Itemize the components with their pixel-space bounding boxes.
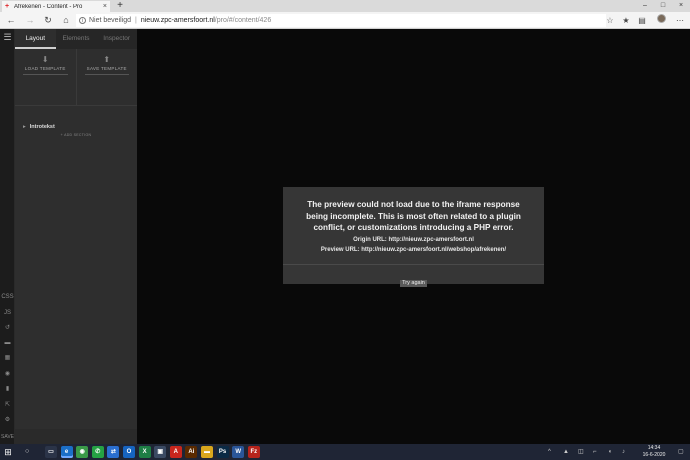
maximize-button[interactable]: □ <box>654 0 672 12</box>
acrobat-icon[interactable]: A <box>169 446 182 458</box>
tab-close-icon[interactable]: × <box>103 3 107 10</box>
tab-inspector[interactable]: Inspector <box>96 29 137 49</box>
clock[interactable]: 14:34 16-6-2020 <box>637 445 671 459</box>
taskbar: ⊞ ○ ▭ e ◉ ✆ ⇄ O X ▣ A Ai ▬ Ps W Fz ^ ▲ ◫ ⌐ ◖ ♪ 14:34 … <box>0 444 690 460</box>
rail-css-button[interactable]: CSS <box>0 291 15 303</box>
url-host: nieuw.zpc-amersfoort.nl <box>140 17 215 24</box>
app-rail: ☰ CSS JS ↺ ▬ ▦ ◉ ▮ ⇱ ⚙ SAVE <box>0 29 15 444</box>
filezilla-icon[interactable]: Fz <box>247 446 260 458</box>
tab-title: Afrekenen - Content - Pro <box>14 3 83 10</box>
star-icon[interactable]: ☆ <box>604 15 616 26</box>
task-view-icon[interactable]: ▭ <box>45 446 57 458</box>
new-tab-button[interactable]: + <box>114 0 126 12</box>
save-template-button[interactable]: ⬆ SAVE TEMPLATE <box>75 49 138 105</box>
time: 14:34 <box>647 445 661 451</box>
back-button[interactable]: ← <box>4 14 18 27</box>
address-row: ← → ↻ ⌂ i Niet beveiligd | nieuw.zpc-ame… <box>0 12 690 29</box>
notification-icon[interactable]: ▢ <box>678 444 684 460</box>
home-button[interactable]: ⌂ <box>59 14 73 27</box>
tray-onedrive-icon[interactable]: ▲ <box>563 444 569 460</box>
panel-tabs: Layout Elements Inspector <box>15 29 137 49</box>
forward-button[interactable]: → <box>23 14 37 27</box>
photo-icon[interactable]: ▣ <box>154 446 167 458</box>
history-icon[interactable]: ↺ <box>0 322 15 334</box>
chrome-icon[interactable]: ◉ <box>76 446 89 458</box>
excel-icon[interactable]: X <box>138 446 151 458</box>
error-dialog: The preview could not load due to the if… <box>283 187 544 287</box>
layout-icon[interactable]: ▬ <box>0 337 15 349</box>
avatar[interactable] <box>657 14 666 23</box>
word-icon[interactable]: W <box>232 446 245 458</box>
caret-right-icon[interactable]: ▸ <box>23 124 26 130</box>
download-icon: ⬇ <box>41 55 49 64</box>
section-label: Introtekst <box>29 124 55 130</box>
save-button[interactable]: SAVE <box>0 431 15 443</box>
address-bar[interactable]: i Niet beveiligd | nieuw.zpc-amersfoort.… <box>76 14 606 27</box>
volume-icon[interactable]: ♪ <box>622 444 625 460</box>
upload-icon: ⬆ <box>103 55 111 64</box>
start-icon[interactable]: ⊞ <box>0 444 16 460</box>
explorer-icon[interactable]: ▬ <box>201 446 213 458</box>
favicon-icon: + <box>5 2 10 10</box>
origin-url: Origin URL: http://nieuw.zpc-amersfoort.… <box>353 237 474 243</box>
battery-icon[interactable]: ⌐ <box>593 444 597 460</box>
builder-panel: Layout Elements Inspector ⬇ LOAD TEMPLAT… <box>15 29 137 444</box>
divider <box>283 264 544 265</box>
reload-button[interactable]: ↻ <box>41 14 55 27</box>
save-template-label: SAVE TEMPLATE <box>86 66 127 71</box>
info-icon[interactable]: i <box>79 17 86 24</box>
try-again-button[interactable]: Try again <box>400 280 427 287</box>
load-template-label: LOAD TEMPLATE <box>24 66 66 71</box>
close-window-button[interactable]: × <box>672 0 690 12</box>
menu-icon[interactable]: ☰ <box>0 31 15 43</box>
section-introtekst[interactable]: ▸ Introtekst <box>23 124 55 130</box>
error-message: The preview could not load due to the if… <box>306 200 521 232</box>
minimize-button[interactable]: – <box>636 0 654 12</box>
illustrator-icon[interactable]: Ai <box>185 446 198 458</box>
rail-js-button[interactable]: JS <box>0 307 15 319</box>
security-label: Niet beveiligd <box>89 17 132 24</box>
tab-layout[interactable]: Layout <box>15 29 56 49</box>
favorites-icon[interactable]: ★ <box>620 15 632 26</box>
browser-tab[interactable]: + Afrekenen - Content - Pro × <box>2 1 110 12</box>
whatsapp-icon[interactable]: ✆ <box>91 446 104 458</box>
screen: + Afrekenen - Content - Pro × + – □ × ← … <box>0 0 690 460</box>
tray-chevron-icon[interactable]: ^ <box>548 444 551 460</box>
teamviewer-icon[interactable]: ⇄ <box>107 446 120 458</box>
preview-icon[interactable]: ◉ <box>0 368 15 380</box>
more-icon[interactable]: ⋯ <box>674 15 686 26</box>
address-separator: | <box>135 17 137 24</box>
network-icon[interactable]: ◖ <box>608 444 612 460</box>
load-template-button[interactable]: ⬇ LOAD TEMPLATE <box>15 49 76 105</box>
add-section-button[interactable]: + ADD SECTION <box>15 133 137 137</box>
settings-icon[interactable]: ⚙ <box>0 414 15 426</box>
tray-app-icon[interactable]: ◫ <box>578 444 584 460</box>
collections-icon[interactable]: ▤ <box>636 15 648 26</box>
external-link-icon[interactable]: ⇱ <box>0 399 15 411</box>
templates-icon[interactable]: ▦ <box>0 352 15 364</box>
edge-icon[interactable]: e <box>60 446 73 458</box>
photoshop-icon[interactable]: Ps <box>216 446 229 458</box>
date: 16-6-2020 <box>642 452 666 458</box>
tab-strip: + Afrekenen - Content - Pro × + – □ × <box>0 0 690 12</box>
template-actions: ⬇ LOAD TEMPLATE ⬆ SAVE TEMPLATE <box>15 49 137 106</box>
tab-elements[interactable]: Elements <box>56 29 97 49</box>
device-icon[interactable]: ▮ <box>0 383 15 395</box>
preview-url: Preview URL: http://nieuw.zpc-amersfoort… <box>320 247 507 253</box>
url-path: /pro/#/content/426 <box>214 17 272 24</box>
outlook-icon[interactable]: O <box>123 446 135 458</box>
